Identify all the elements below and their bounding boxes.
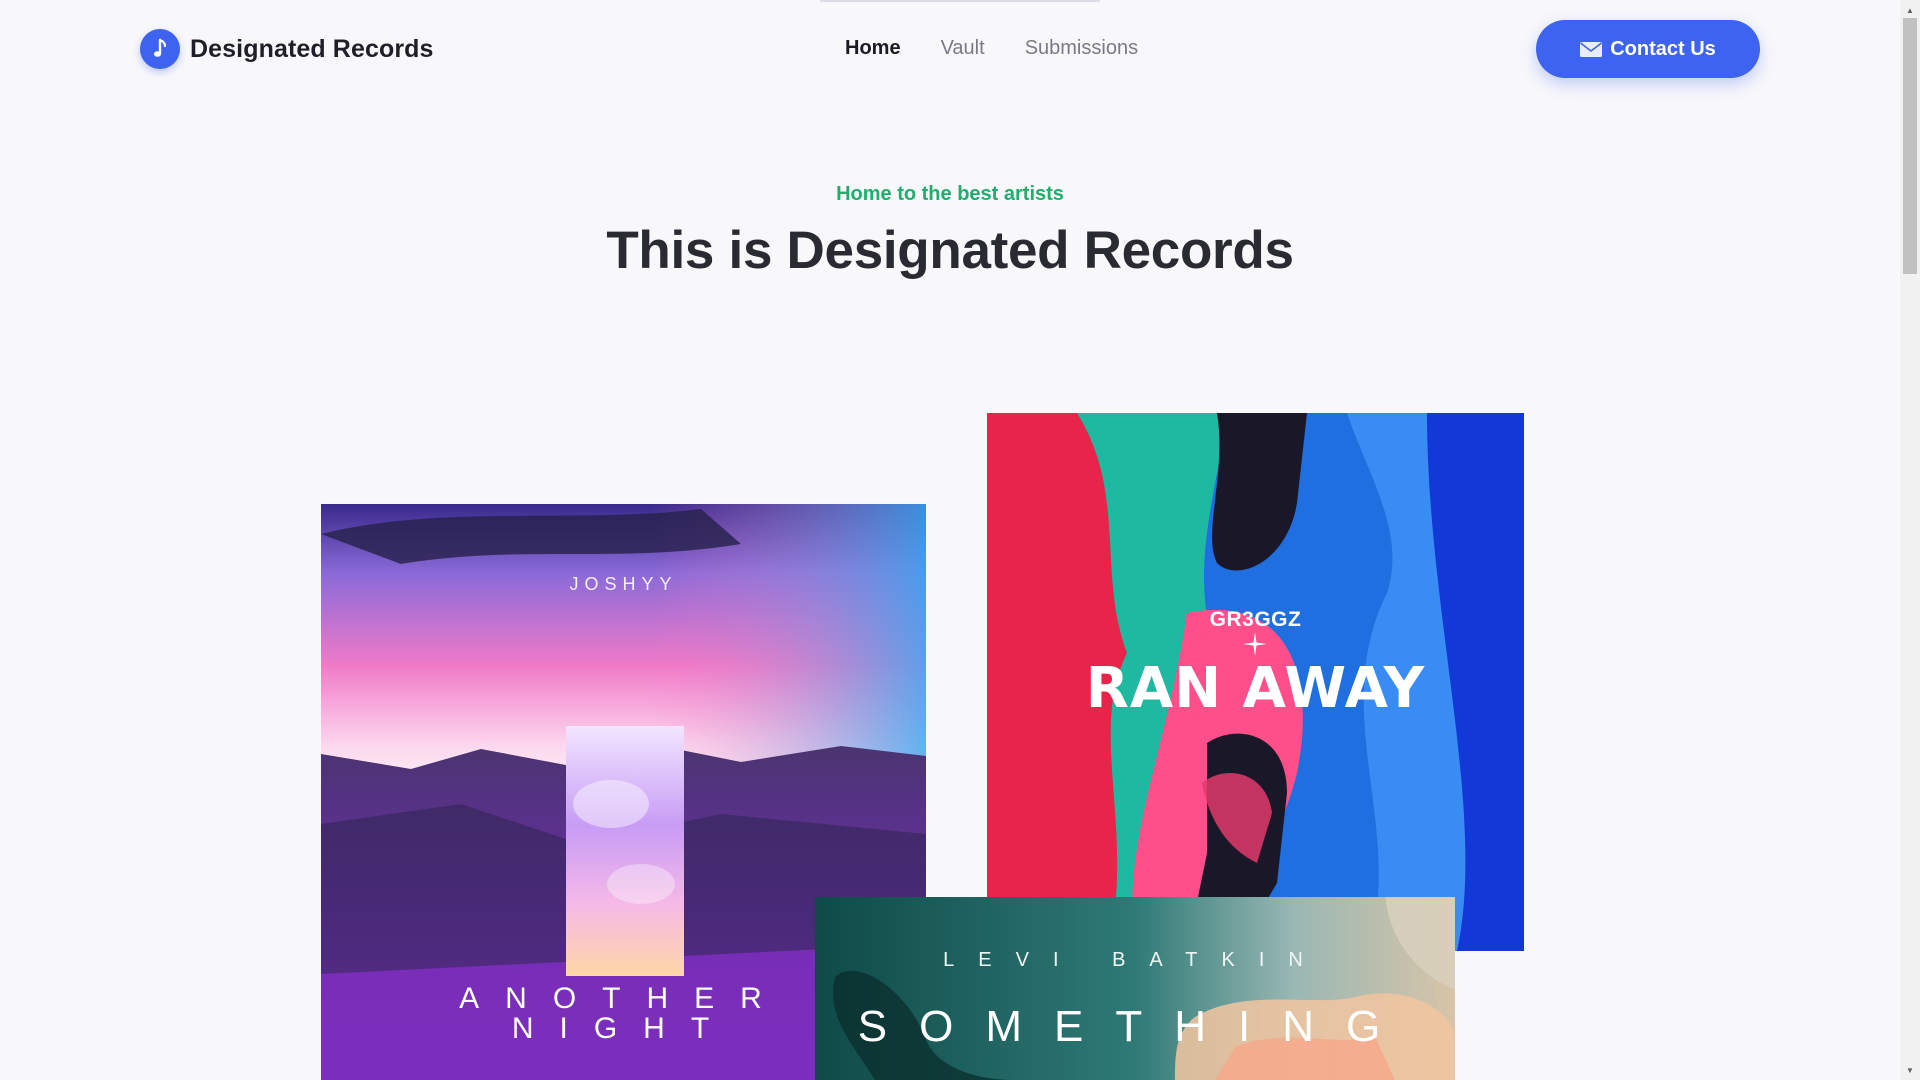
scroll-up-arrow-icon[interactable]: ▲ [1900,2,1920,18]
vertical-scrollbar[interactable]: ▲ ▼ [1900,0,1920,1080]
cover-artist-joshyy: JOSHYY [569,574,678,594]
main-nav: Home Vault Submissions [845,37,1138,60]
scroll-thumb[interactable] [1903,18,1917,274]
cover-title-ran-away: RAN AWAY [1085,656,1426,721]
sparkle-icon [1243,632,1267,656]
contact-us-label: Contact Us [1610,37,1716,60]
cover-artist-levi-batkin: LEVI BATKIN [943,949,1327,971]
brand-home-link[interactable]: Designated Records [140,29,434,69]
album-cover-something[interactable]: LEVI BATKIN SOMETHING [815,897,1455,1080]
nav-home[interactable]: Home [845,37,901,60]
page: Designated Records Home Vault Submission… [0,0,1900,1080]
cover-title-something: SOMETHING [857,1002,1413,1051]
music-note-icon [140,29,180,69]
brand-name: Designated Records [190,34,434,63]
cover-artist-gr3ggz: GR3GGZ [1209,608,1302,631]
nav-vault[interactable]: Vault [941,37,985,60]
top-divider [820,0,1100,2]
scroll-down-arrow-icon[interactable]: ▼ [1900,1062,1920,1078]
contact-us-button[interactable]: Contact Us [1536,20,1760,78]
nav-submissions[interactable]: Submissions [1025,37,1138,60]
cover-art-whale [815,897,1455,1080]
hero-title: This is Designated Records [606,221,1294,280]
mail-icon [1580,41,1603,57]
album-cover-ran-away[interactable]: GR3GGZ RAN AWAY [987,413,1524,951]
hero-tagline: Home to the best artists [836,183,1064,205]
